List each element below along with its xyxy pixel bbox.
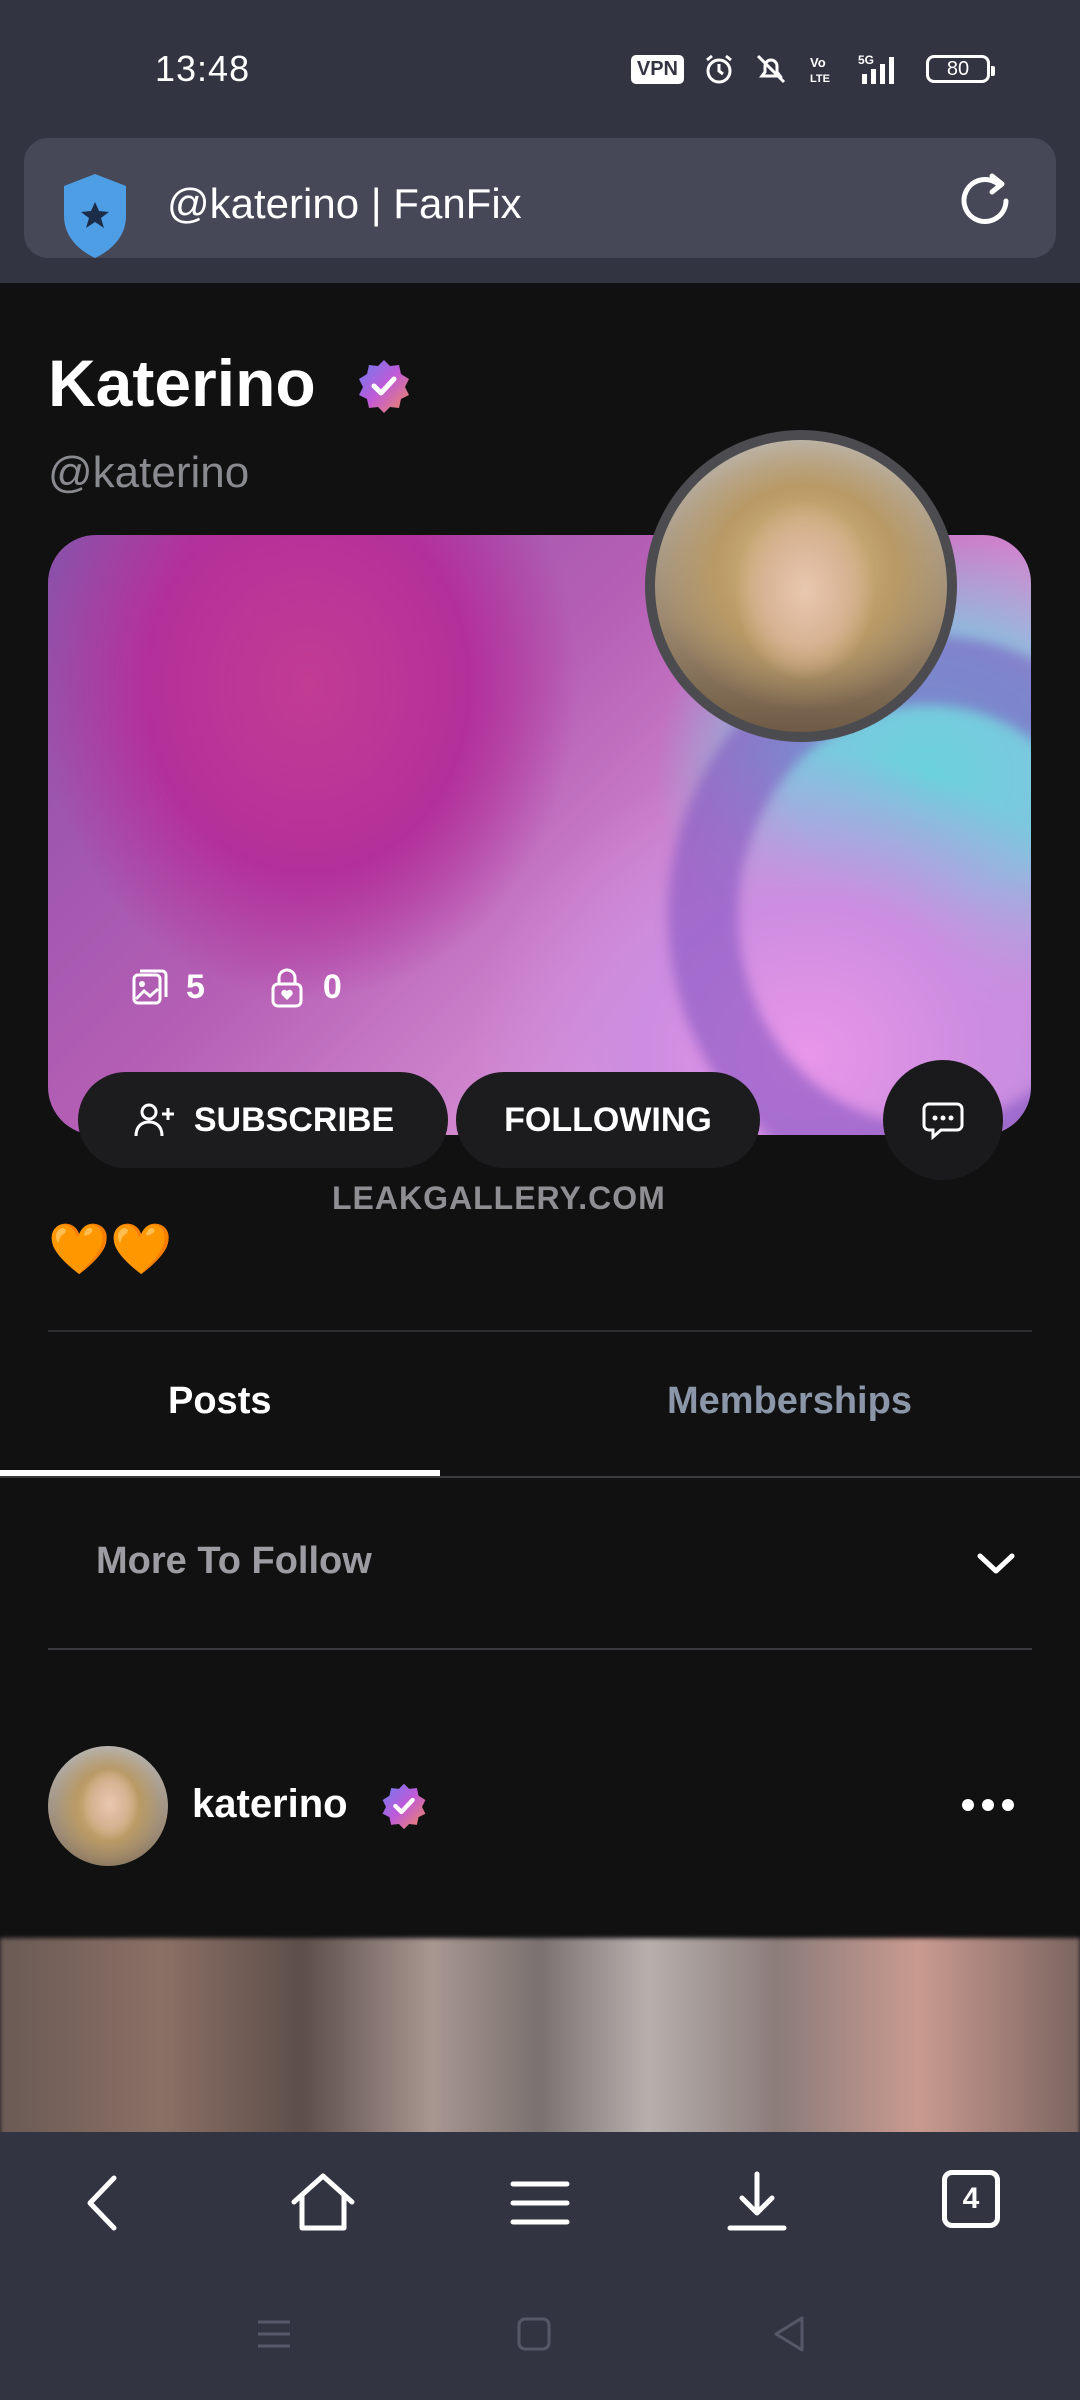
media-count: 5 <box>186 967 205 1006</box>
profile-name: Katerino <box>48 346 316 420</box>
status-bar: 13:48 VPN Vo LTE 5G 80 <box>0 0 1080 140</box>
watermark: LEAKGALLERY.COM <box>332 1180 666 1216</box>
profile-avatar[interactable] <box>645 430 957 742</box>
subscribe-label: SUBSCRIBE <box>193 1100 395 1139</box>
tabs-icon[interactable]: 4 <box>942 2170 1000 2228</box>
divider <box>48 1330 1032 1332</box>
svg-text:5G: 5G <box>858 53 874 67</box>
lock-icon <box>271 968 303 1008</box>
menu-icon[interactable] <box>505 2168 575 2238</box>
tab-memberships[interactable]: Memberships <box>667 1380 912 1423</box>
battery-icon: 80 <box>926 55 995 83</box>
volte-icon: Vo LTE <box>810 55 830 85</box>
avatar[interactable] <box>48 1746 168 1866</box>
message-button[interactable] <box>883 1060 1003 1180</box>
back-icon[interactable] <box>70 2168 140 2238</box>
home-button-icon[interactable] <box>512 2312 556 2356</box>
status-time: 13:48 <box>155 48 251 89</box>
back-button-icon[interactable] <box>768 2312 812 2356</box>
svg-text:Vo: Vo <box>810 55 826 70</box>
shield-icon[interactable] <box>60 172 130 260</box>
tab-divider <box>0 1476 1080 1478</box>
alarm-icon <box>706 54 732 84</box>
subscribe-button[interactable]: SUBSCRIBE <box>78 1072 448 1168</box>
locked-count: 0 <box>322 967 342 1006</box>
verified-badge-icon <box>359 360 409 413</box>
more-to-follow[interactable]: More To Follow <box>96 1540 372 1583</box>
vpn-badge: VPN <box>630 54 684 84</box>
following-button[interactable]: FOLLOWING <box>456 1072 760 1168</box>
chat-icon <box>922 1102 964 1141</box>
browser-toolbar: @katerino | FanFix <box>0 120 1080 283</box>
recents-icon[interactable] <box>252 2312 296 2356</box>
tab-posts[interactable]: Posts <box>168 1380 271 1423</box>
chevron-down-icon[interactable] <box>975 1550 1017 1578</box>
verified-badge-icon <box>382 1783 426 1830</box>
download-icon[interactable] <box>722 2168 792 2238</box>
post-image-blurred[interactable] <box>0 1938 1080 2138</box>
url-bar[interactable]: @katerino | FanFix <box>24 138 1056 258</box>
battery-level: 80 <box>946 57 970 80</box>
divider <box>48 1648 1032 1650</box>
add-user-icon <box>134 1103 174 1137</box>
status-icons: VPN Vo LTE 5G 80 <box>630 52 995 86</box>
profile-bio: 🧡🧡 <box>48 1221 173 1277</box>
profile-handle: @katerino <box>48 448 250 497</box>
avatar-photo <box>655 440 947 732</box>
tab-count: 4 <box>962 2182 980 2215</box>
mute-icon <box>756 54 786 84</box>
page-title[interactable]: @katerino | FanFix <box>167 180 522 228</box>
following-label: FOLLOWING <box>504 1100 712 1139</box>
post-username[interactable]: katerino <box>192 1782 348 1827</box>
svg-text:LTE: LTE <box>810 73 830 85</box>
more-options-icon[interactable] <box>960 1795 1016 1815</box>
profile-stats: 5 0 <box>128 965 342 1009</box>
signal-icon: 5G <box>858 53 894 84</box>
gallery-icon <box>132 969 168 1005</box>
refresh-icon[interactable] <box>952 168 1018 234</box>
home-icon[interactable] <box>288 2168 358 2238</box>
